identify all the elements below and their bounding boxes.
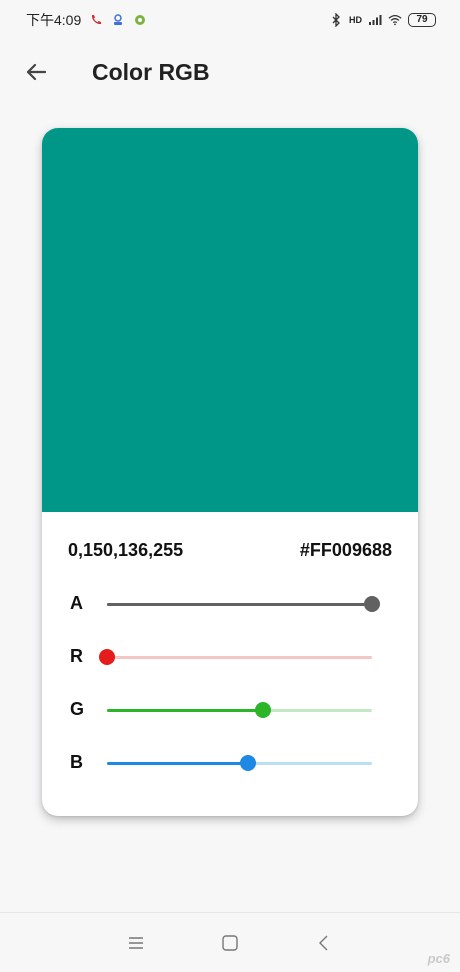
app-bar: Color RGB [0, 48, 460, 96]
app-notification-icon-2 [133, 13, 147, 27]
back-button[interactable] [16, 52, 56, 92]
menu-nav-button[interactable] [124, 931, 148, 955]
slider-thumb-red[interactable] [99, 649, 115, 665]
arrow-left-icon [26, 63, 47, 81]
missed-call-icon [89, 13, 103, 27]
home-square-icon [222, 934, 238, 951]
slider-track-green[interactable] [107, 709, 372, 712]
rgba-value: 0,150,136,255 [68, 540, 184, 560]
page-title: Color RGB [92, 58, 210, 85]
slider-label-red: R [70, 646, 83, 666]
watermark-logo: pc6 [427, 951, 450, 966]
menu-icon [129, 936, 143, 949]
slider-green: G [42, 695, 418, 725]
battery-indicator: 79 [408, 13, 436, 27]
back-nav-button[interactable] [312, 931, 336, 955]
status-bar: 下午4:09 HD 79 [0, 0, 460, 40]
slider-label-alpha: A [70, 593, 83, 613]
slider-thumb-blue[interactable] [240, 755, 257, 771]
status-left: 下午4:09 [26, 10, 147, 30]
color-values-row: 0,150,136,255 #FF009688 [68, 540, 392, 561]
app-notification-icon [111, 13, 125, 27]
signal-icon [368, 13, 382, 27]
color-preview [42, 128, 418, 512]
system-nav-bar: pc6 [0, 912, 460, 972]
slider-label-blue: B [70, 752, 83, 772]
slider-blue: B [42, 748, 418, 778]
hex-value: #FF009688 [299, 540, 392, 560]
home-nav-button[interactable] [218, 931, 242, 955]
chevron-left-icon [319, 935, 328, 950]
network-type: HD [349, 15, 362, 25]
slider-label-green: G [70, 699, 85, 719]
status-right: HD 79 [329, 13, 436, 27]
slider-alpha: A [42, 589, 418, 619]
status-time: 下午4:09 [26, 12, 82, 28]
wifi-icon [388, 13, 402, 27]
color-card: 0,150,136,255 #FF009688 A R G B [42, 128, 418, 816]
slider-thumb-green[interactable] [254, 702, 271, 718]
slider-track-alpha[interactable] [107, 603, 372, 606]
bluetooth-icon [329, 13, 343, 27]
slider-red: R [42, 642, 418, 672]
slider-thumb-alpha[interactable] [364, 596, 380, 612]
slider-track-red[interactable] [107, 656, 372, 659]
